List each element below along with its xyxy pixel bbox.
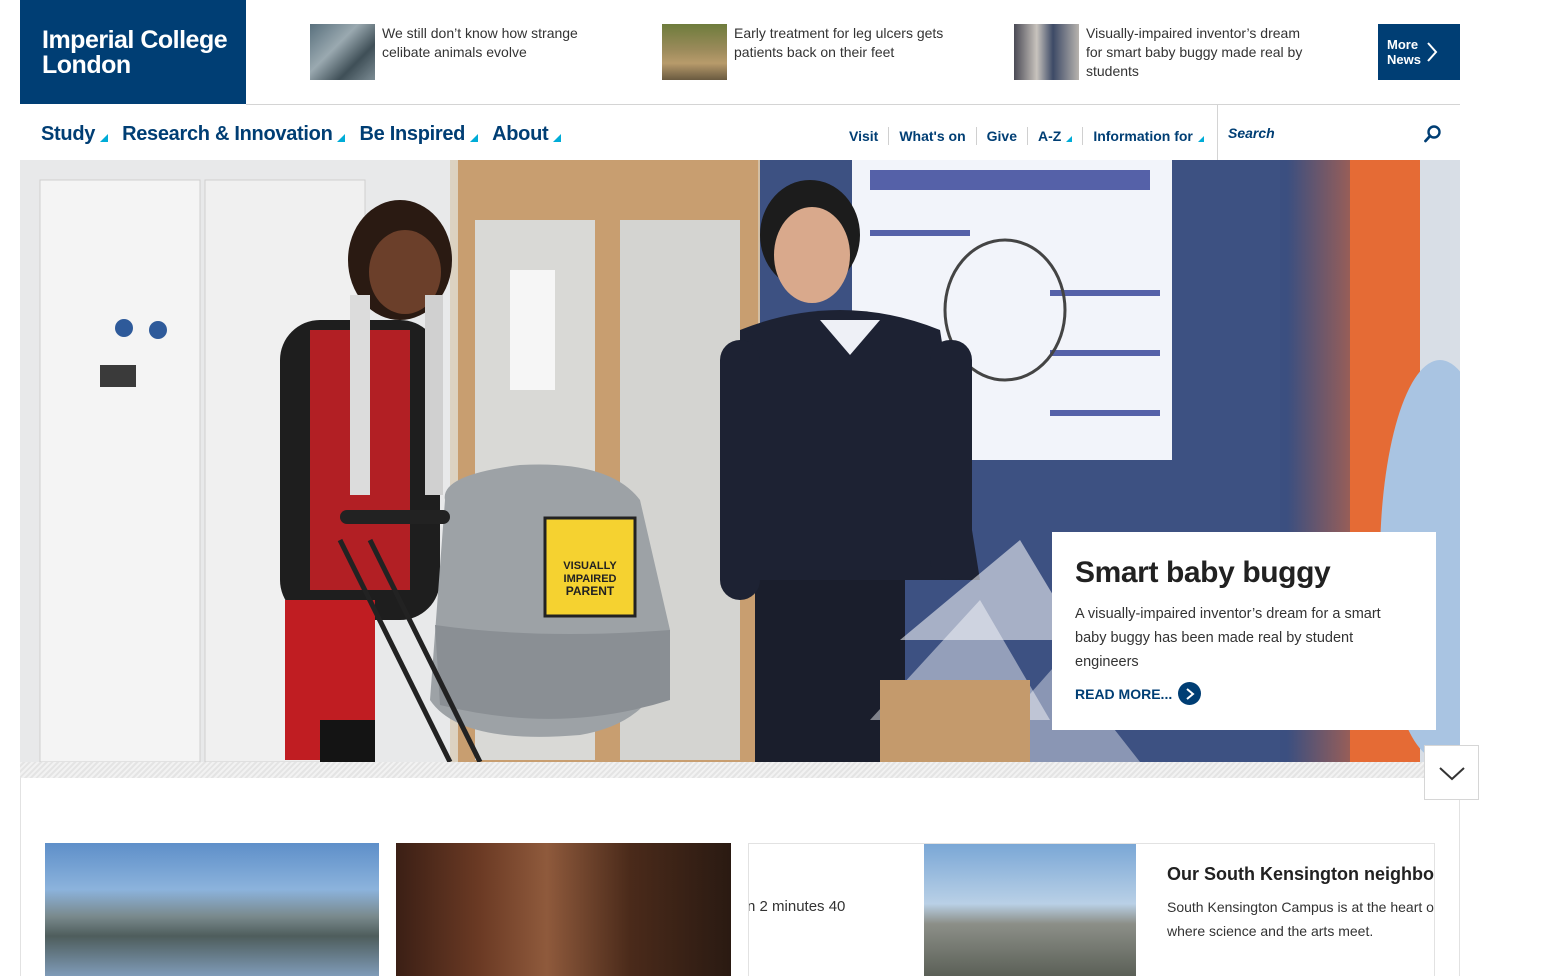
card-coastline-image[interactable] [45, 843, 379, 976]
util-nav-give[interactable]: Give [975, 127, 1027, 145]
search-box [1217, 105, 1460, 160]
more-news-label-1: More [1387, 37, 1419, 52]
news-headline: Early treatment for leg ulcers gets pati… [734, 25, 944, 60]
util-nav-visit[interactable]: Visit [839, 127, 888, 145]
read-more-link[interactable]: READ MORE... [1075, 682, 1202, 705]
news-thumbnail [1014, 24, 1079, 80]
news-headline: We still don’t know how strange celibate… [382, 25, 578, 60]
logo-line-1: Imperial College [42, 26, 228, 54]
video-duration-text: n 2 minutes 40 [748, 898, 846, 915]
nav-research-innovation[interactable]: Research & Innovation [122, 119, 346, 149]
caret-icon [1066, 136, 1073, 142]
caret-icon [1197, 136, 1204, 142]
imperial-logo[interactable]: Imperial College London [20, 0, 246, 104]
utility-navigation: Visit What's on Give A-Z Information for [839, 126, 1214, 146]
util-nav-label: Give [986, 128, 1017, 144]
chevron-right-circle-icon [1178, 682, 1202, 705]
util-nav-label: A-Z [1038, 128, 1062, 144]
logo-line-2: London [42, 51, 131, 79]
news-headline: Visually-impaired inventor’s dream for s… [1086, 25, 1303, 79]
south-kensington-image [924, 844, 1136, 976]
badge-line-1: VISUALLY [563, 560, 617, 572]
more-news-button[interactable]: More News [1378, 24, 1460, 80]
hero-banner[interactable]: VISUALLY IMPAIRED PARENT Smart baby bugg… [20, 160, 1460, 762]
more-news-label-2: News [1387, 52, 1421, 67]
search-input[interactable] [1228, 122, 1418, 144]
util-nav-a-z[interactable]: A-Z [1027, 127, 1082, 145]
news-thumbnail [662, 24, 727, 80]
feature-carousel-card[interactable]: n 2 minutes 40 Our South Kensington neig… [748, 843, 1435, 976]
caret-icon [337, 134, 346, 142]
nav-label: Research & Innovation [122, 122, 333, 145]
util-nav-label: What's on [899, 128, 966, 144]
nav-about[interactable]: About [492, 119, 562, 149]
feature-card-title[interactable]: Our South Kensington neighbourhood [1167, 864, 1434, 885]
main-navigation: Study Research & Innovation Be Inspired … [41, 119, 575, 149]
caret-icon [470, 134, 479, 142]
hero-description: A visually-impaired inventor’s dream for… [1075, 606, 1381, 670]
hero-caption: Smart baby buggy A visually-impaired inv… [1052, 532, 1436, 730]
read-more-label: READ MORE... [1075, 685, 1173, 702]
nav-label: Study [41, 122, 96, 145]
nav-label: Be Inspired [359, 122, 466, 145]
nav-be-inspired[interactable]: Be Inspired [359, 119, 479, 149]
caret-icon [553, 134, 562, 142]
hatched-divider [20, 762, 1460, 778]
caret-icon [100, 134, 109, 142]
util-nav-information-for[interactable]: Information for [1082, 127, 1214, 145]
card-speaker-image[interactable] [396, 843, 731, 976]
page: Imperial College London We still don’t k… [20, 0, 1479, 976]
news-thumbnail [310, 24, 375, 80]
badge-line-3: PARENT [566, 584, 615, 598]
nav-label: About [492, 122, 549, 145]
search-icon[interactable] [1424, 125, 1442, 143]
scroll-down-button[interactable] [1424, 745, 1479, 800]
util-nav-label: Information for [1093, 128, 1193, 144]
nav-study[interactable]: Study [41, 119, 109, 149]
hero-title[interactable]: Smart baby buggy [1075, 556, 1331, 590]
feature-card-description: South Kensington Campus is at the heart … [1167, 899, 1435, 939]
util-nav-label: Visit [849, 128, 879, 144]
chevron-right-icon [1427, 42, 1438, 62]
util-nav-whats-on[interactable]: What's on [888, 127, 975, 145]
chevron-down-icon [1439, 767, 1465, 781]
